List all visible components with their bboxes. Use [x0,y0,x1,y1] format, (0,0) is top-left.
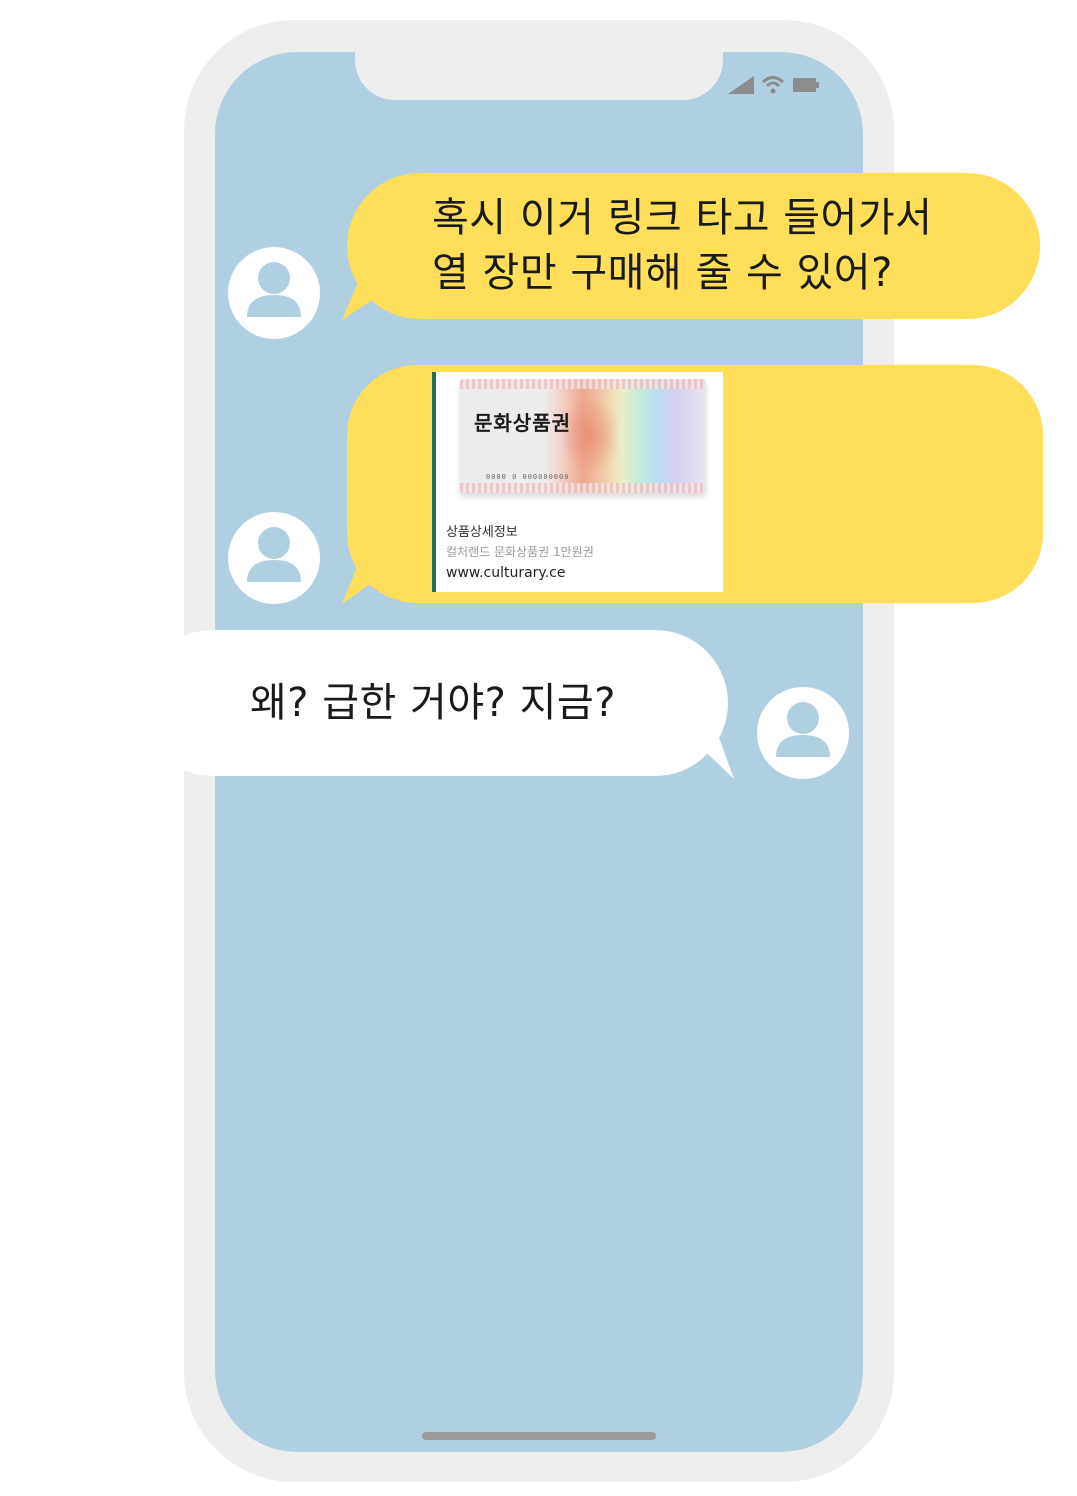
person-icon [776,702,830,757]
message-bubble-outgoing[interactable]: 왜? 급한 거야? 지금? [140,630,728,776]
message-text: 왜? 급한 거야? 지금? [250,680,616,726]
link-preview-card[interactable]: 문화상품권 0000 0 000000000 상품상세정보 컬처랜드 문화상품권… [432,372,723,592]
person-icon [247,262,301,317]
voucher-serial: 0000 0 000000000 [486,473,570,481]
sender-avatar[interactable] [228,512,320,604]
gift-voucher-graphic: 문화상품권 0000 0 000000000 [460,379,706,493]
card-info-description: 컬처랜드 문화상품권 1만원권 [446,545,594,559]
message-text-line: 열 장만 구매해 줄 수 있어? [432,250,893,296]
sender-avatar[interactable] [228,247,320,339]
cellular-signal-icon [728,76,754,94]
battery-icon [793,78,819,92]
message-text-line: 혹시 이거 링크 타고 들어가서 [432,195,933,241]
card-link-url[interactable]: www.culturary.ce [446,565,565,581]
gift-card-image: 문화상품권 0000 0 000000000 [436,372,723,509]
wifi-icon [762,76,784,94]
message-bubble-incoming[interactable]: 혹시 이거 링크 타고 들어가서 열 장만 구매해 줄 수 있어? [347,173,1040,319]
home-indicator[interactable] [422,1432,656,1440]
card-info-title: 상품상세정보 [446,525,518,540]
phone-notch [355,40,723,100]
person-icon [247,527,301,582]
message-text: 혹시 이거 링크 타고 들어가서 열 장만 구매해 줄 수 있어? [432,191,1032,301]
status-bar [728,74,820,96]
voucher-title: 문화상품권 [474,411,571,435]
phone-mockup: 혹시 이거 링크 타고 들어가서 열 장만 구매해 줄 수 있어? 문화상품권 … [0,0,1077,1496]
my-avatar[interactable] [757,687,849,779]
